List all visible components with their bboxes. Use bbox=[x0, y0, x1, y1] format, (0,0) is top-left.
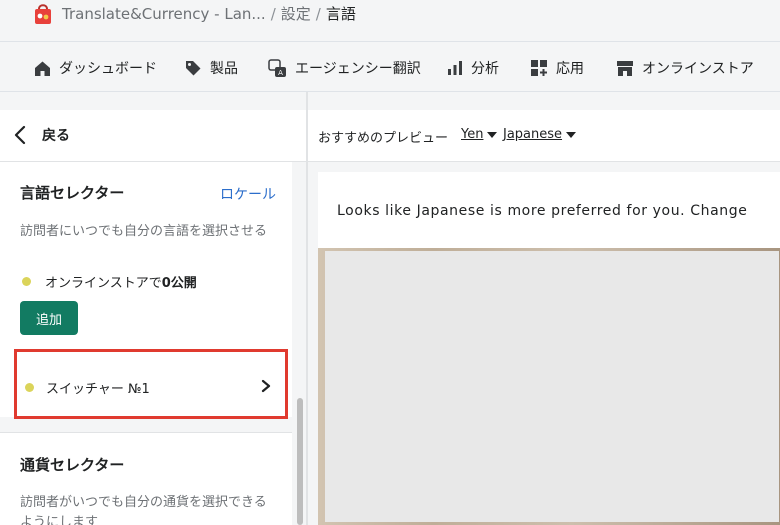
hero-image bbox=[318, 248, 780, 525]
language-suggestion-banner: Looks like Japanese is more preferred fo… bbox=[318, 172, 780, 248]
panel-divider bbox=[306, 92, 308, 525]
currency-selector-card: 通貨セレクター 訪問者がいつでも自分の通貨を選択できるようにします bbox=[0, 432, 292, 525]
currency-value: Yen bbox=[461, 127, 484, 142]
language-selector-description: 訪問者にいつでも自分の言語を選択させる bbox=[20, 224, 268, 239]
translate-icon: A bbox=[268, 58, 286, 77]
breadcrumb-settings[interactable]: 設定 bbox=[281, 5, 311, 23]
chevron-left-icon bbox=[14, 125, 26, 145]
banner-text: Looks like Japanese is more preferred fo… bbox=[337, 203, 748, 219]
app-nav: ダッシュボード 製品 A エージェンシー翻訳 分析 応用 オンラインストア bbox=[0, 43, 780, 92]
nav-label: 製品 bbox=[210, 61, 238, 77]
status-dot-icon bbox=[22, 277, 31, 286]
preview-bar: おすすめのプレビュー Yen Japanese bbox=[308, 110, 780, 162]
svg-text:A: A bbox=[278, 69, 283, 77]
nav-item-analytics[interactable]: 分析 bbox=[447, 58, 499, 78]
nav-label: オンラインストア bbox=[642, 61, 754, 77]
back-label: 戻る bbox=[42, 128, 70, 144]
left-panel-header: 戻る bbox=[0, 110, 306, 162]
nav-item-online-store[interactable]: オンラインストア bbox=[616, 58, 754, 78]
language-selector-title: 言語セレクター bbox=[20, 184, 125, 202]
add-button[interactable]: 追加 bbox=[20, 301, 78, 335]
caret-down-icon bbox=[487, 131, 498, 138]
breadcrumb-current: 言語 bbox=[325, 5, 356, 23]
breadcrumb-separator: / bbox=[315, 5, 321, 23]
apps-icon bbox=[531, 60, 547, 76]
bar-chart-icon bbox=[448, 61, 462, 75]
language-value: Japanese bbox=[503, 127, 563, 142]
switcher-label: スイッチャー №1 bbox=[46, 382, 150, 397]
breadcrumb: Translate&Currency - Lan... / 設定 / 言語 bbox=[62, 3, 356, 24]
home-icon bbox=[35, 61, 50, 76]
nav-item-apps[interactable]: 応用 bbox=[530, 58, 584, 78]
status-prefix: オンラインストアで bbox=[45, 276, 162, 291]
nav-label: ダッシュボード bbox=[59, 61, 157, 77]
switcher-item[interactable]: スイッチャー №1 bbox=[14, 349, 288, 419]
language-dropdown[interactable]: Japanese bbox=[503, 127, 577, 142]
back-button[interactable]: 戻る bbox=[14, 125, 70, 145]
preview-label: おすすめのプレビュー bbox=[318, 131, 449, 146]
store-icon bbox=[617, 61, 633, 76]
top-bar: Translate&Currency - Lan... / 設定 / 言語 bbox=[0, 0, 780, 42]
publish-status: オンラインストアで 0公開 bbox=[22, 272, 197, 291]
currency-selector-title: 通貨セレクター bbox=[20, 456, 125, 474]
nav-label: 分析 bbox=[471, 61, 499, 77]
nav-item-products[interactable]: 製品 bbox=[184, 58, 238, 78]
status-count: 0公開 bbox=[161, 276, 197, 291]
currency-selector-description: 訪問者がいつでも自分の通貨を選択できるようにします bbox=[20, 495, 267, 525]
breadcrumb-app[interactable]: Translate&Currency - Lan... bbox=[62, 5, 266, 23]
currency-dropdown[interactable]: Yen bbox=[461, 127, 498, 142]
caret-down-icon bbox=[566, 131, 577, 138]
status-dot-icon bbox=[25, 383, 34, 392]
nav-label: 応用 bbox=[556, 61, 584, 77]
nav-item-dashboard[interactable]: ダッシュボード bbox=[34, 58, 157, 78]
nav-label: エージェンシー翻訳 bbox=[295, 61, 421, 77]
breadcrumb-separator: / bbox=[270, 5, 276, 23]
tag-icon bbox=[186, 61, 201, 76]
image-placeholder bbox=[325, 251, 779, 522]
chevron-right-icon bbox=[261, 379, 271, 393]
locale-link[interactable]: ロケール bbox=[220, 184, 276, 204]
store-preview: Looks like Japanese is more preferred fo… bbox=[318, 172, 780, 525]
app-logo-icon bbox=[35, 4, 51, 24]
nav-item-agency-translation[interactable]: A エージェンシー翻訳 bbox=[268, 58, 421, 78]
scrollbar-thumb[interactable] bbox=[297, 398, 303, 525]
